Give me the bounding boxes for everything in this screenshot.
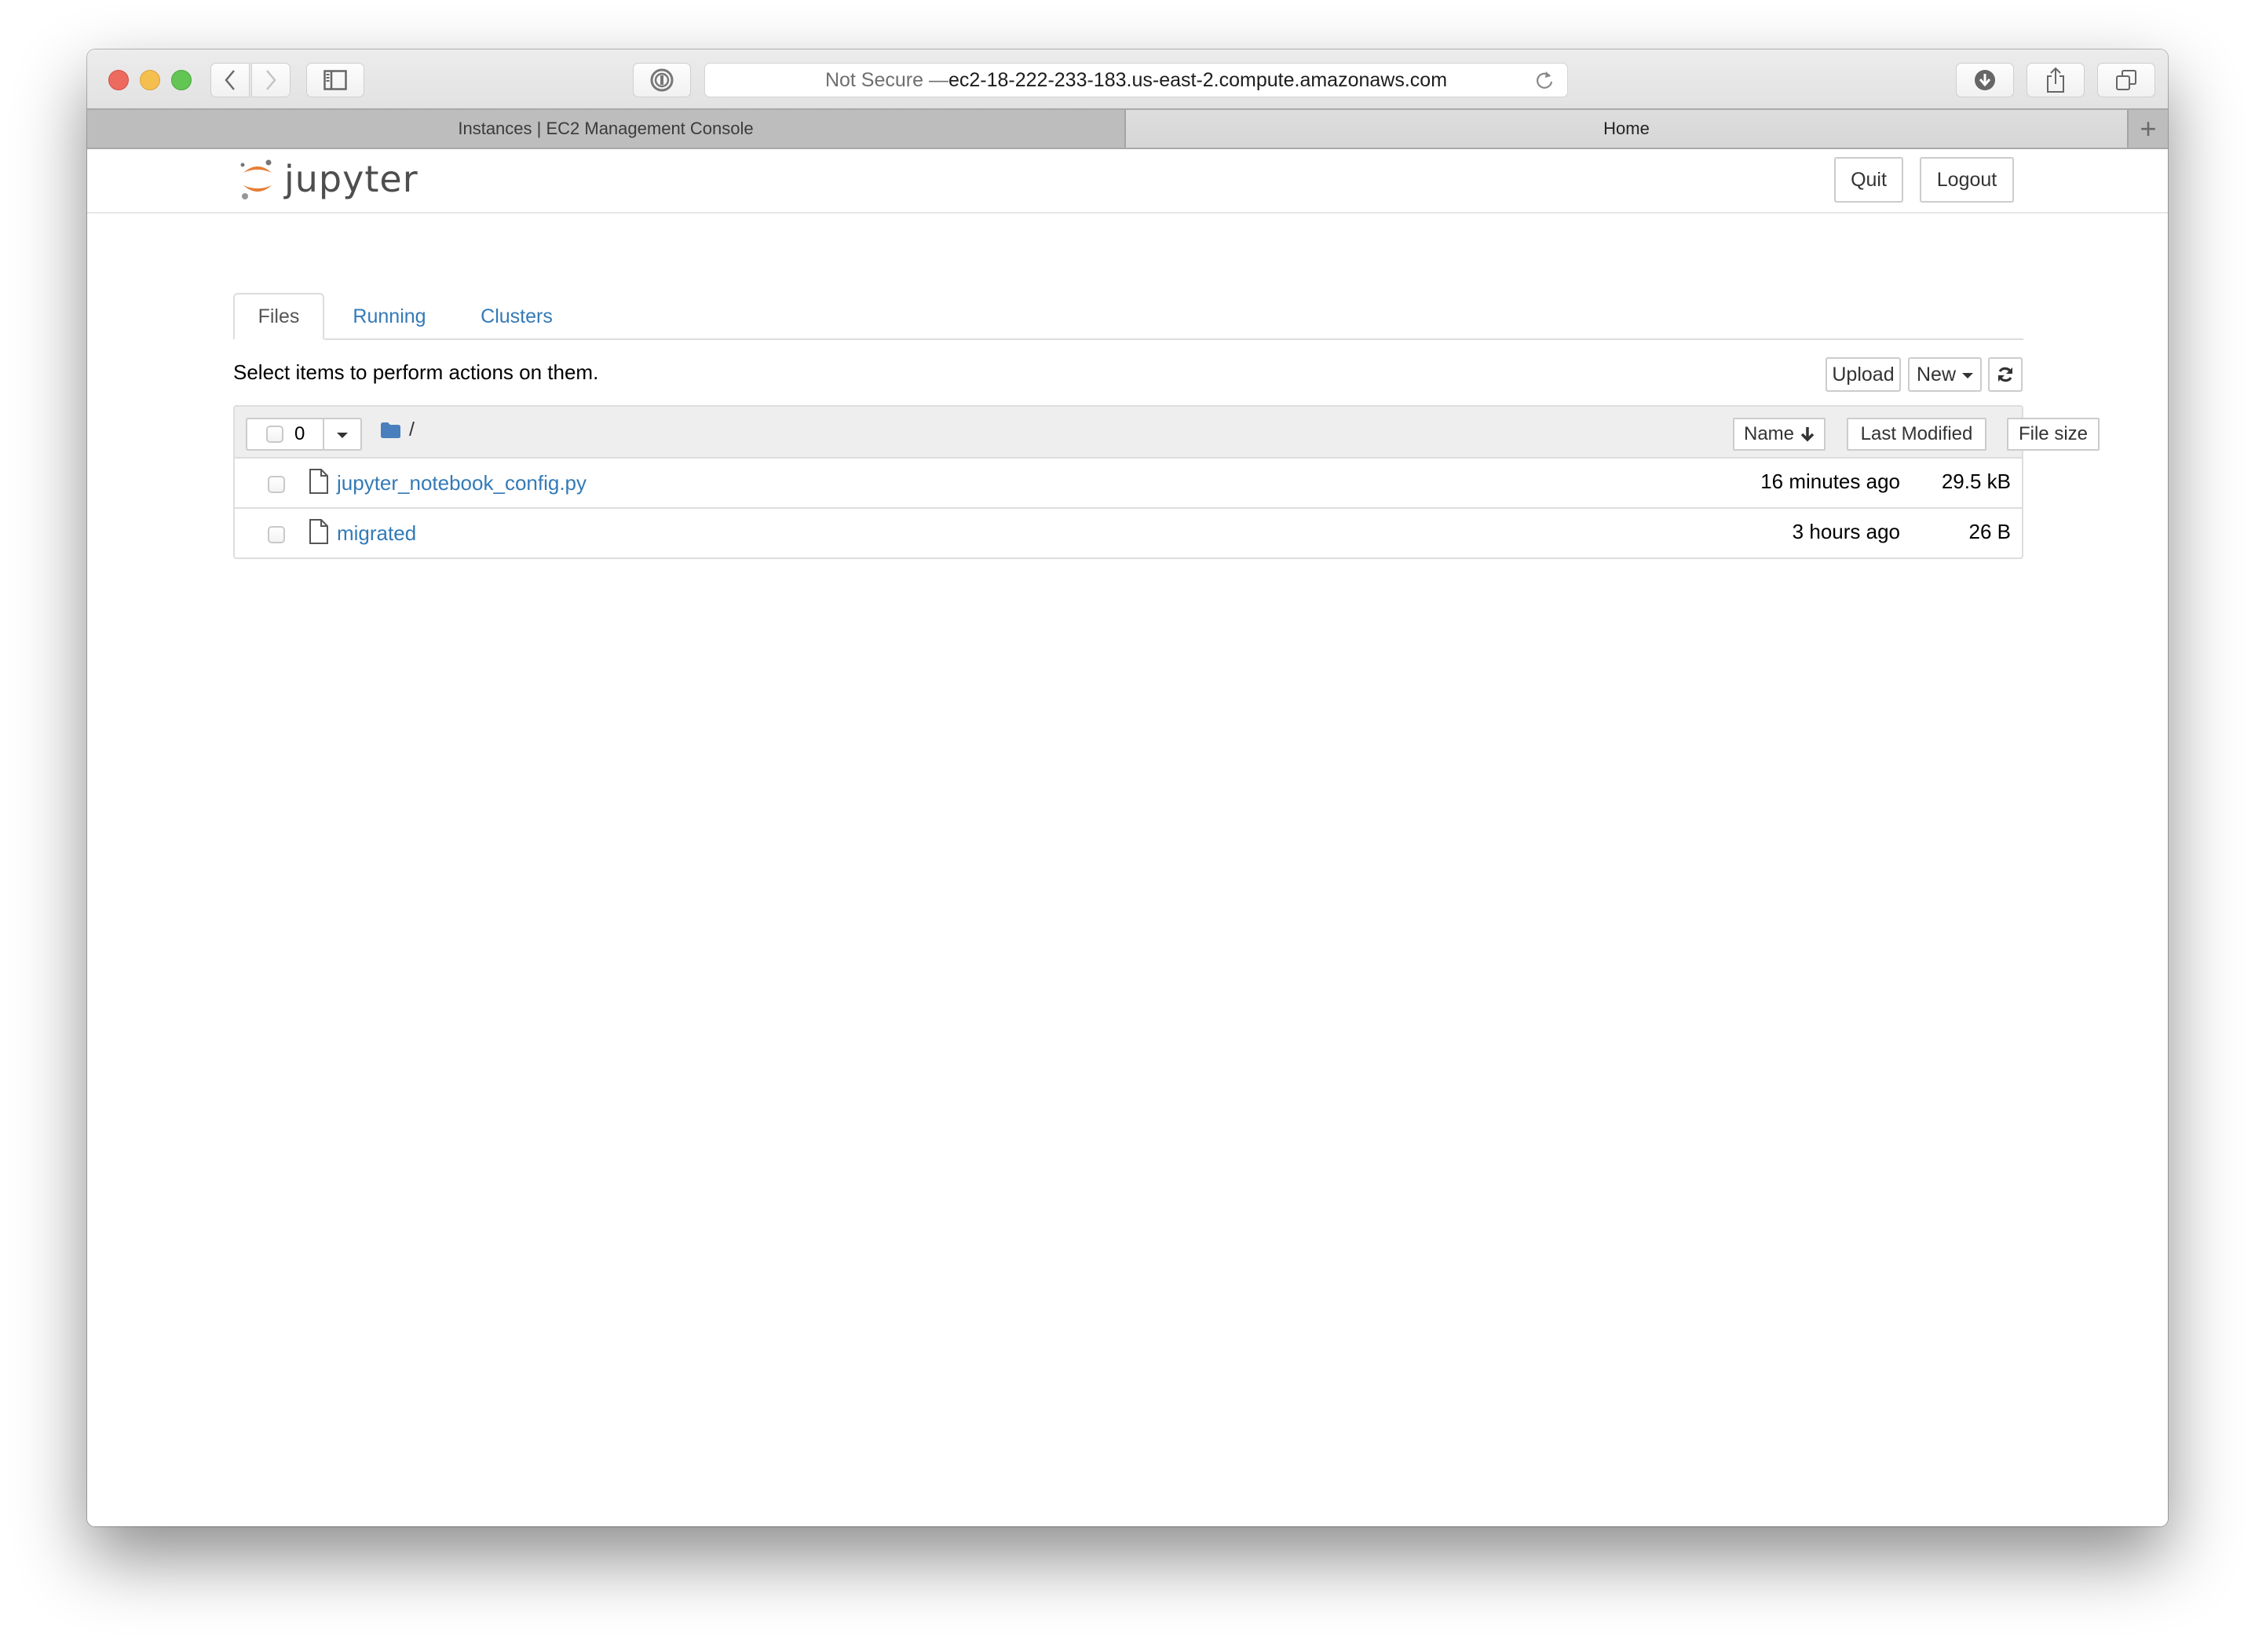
refresh-button[interactable]	[1988, 357, 2023, 392]
file-link[interactable]: jupyter_notebook_config.py	[337, 471, 587, 495]
show-tabs-button[interactable]	[2097, 63, 2155, 97]
plus-icon: +	[2140, 112, 2157, 144]
arrow-down-icon	[1800, 427, 1815, 442]
jupyter-logo-text: jupyter	[284, 158, 418, 200]
dashboard-tabs: Files Running Clusters	[233, 293, 2023, 340]
sort-by-modified-button[interactable]: Last Modified	[1847, 418, 1986, 451]
caret-down-icon	[1962, 373, 1973, 378]
reload-button[interactable]	[1534, 69, 1555, 98]
onepassword-icon	[650, 68, 674, 92]
file-modified: 16 minutes ago	[1760, 470, 1900, 493]
breadcrumb: /	[379, 418, 415, 441]
download-icon	[1975, 70, 1995, 90]
browser-tab-title: Home	[1603, 119, 1650, 138]
name-column-label: Name	[1743, 423, 1795, 444]
tab-clusters[interactable]: Clusters	[473, 293, 560, 340]
tabs-overview-icon	[2116, 70, 2136, 90]
selected-count: 0	[294, 423, 305, 444]
caret-down-icon	[337, 433, 348, 438]
file-row[interactable]: jupyter_notebook_config.py 16 minutes ag…	[235, 459, 2022, 509]
zoom-window-button[interactable]	[171, 70, 192, 90]
file-icon	[309, 519, 328, 544]
select-all-group: 0	[246, 418, 362, 451]
close-window-button[interactable]	[108, 70, 129, 90]
back-button[interactable]	[210, 63, 250, 97]
sidebar-toggle-button[interactable]	[306, 63, 364, 97]
page-content: jupyter Quit Logout Files Running Cluste…	[87, 149, 2168, 1526]
browser-tab-strip: Instances | EC2 Management Console Home …	[87, 110, 2168, 149]
row-checkbox[interactable]	[268, 526, 285, 543]
share-icon	[2047, 67, 2064, 93]
sort-by-name-button[interactable]: Name	[1733, 418, 1826, 451]
chevron-left-icon	[225, 70, 235, 90]
browser-toolbar: Not Secure — ec2-18-222-233-183.us-east-…	[87, 49, 2168, 110]
browser-window: Not Secure — ec2-18-222-233-183.us-east-…	[87, 49, 2168, 1526]
address-bar[interactable]: Not Secure — ec2-18-222-233-183.us-east-…	[704, 63, 1568, 97]
tab-files[interactable]: Files	[233, 293, 324, 340]
upload-button[interactable]: Upload	[1826, 357, 1901, 392]
breadcrumb-path[interactable]: /	[409, 418, 415, 441]
password-manager-button[interactable]	[633, 63, 691, 97]
selection-hint: Select items to perform actions on them.	[233, 360, 599, 384]
file-list-header: 0 / Name Last Modified File size	[235, 407, 2100, 459]
folder-icon[interactable]	[379, 422, 401, 439]
browser-tab-ec2[interactable]: Instances | EC2 Management Console	[87, 110, 1126, 148]
forward-button[interactable]	[251, 63, 291, 97]
sort-by-size-button[interactable]: File size	[2007, 418, 2100, 451]
logout-button[interactable]: Logout	[1920, 157, 2014, 203]
minimize-window-button[interactable]	[140, 70, 160, 90]
tab-running[interactable]: Running	[346, 293, 433, 340]
file-icon	[309, 469, 328, 494]
downloads-button[interactable]	[1956, 63, 2014, 97]
url-host: ec2-18-222-233-183.us-east-2.compute.ama…	[948, 68, 1448, 91]
file-modified: 3 hours ago	[1792, 520, 1900, 543]
quit-button[interactable]: Quit	[1834, 157, 1903, 203]
row-checkbox[interactable]	[268, 476, 285, 493]
chevron-right-icon	[266, 70, 276, 90]
refresh-icon	[1998, 367, 2012, 382]
new-dropdown-button[interactable]: New	[1908, 357, 1982, 392]
jupyter-logo-icon	[240, 159, 272, 199]
reload-icon	[1536, 71, 1553, 89]
security-status: Not Secure —	[824, 68, 948, 91]
new-label: New	[1916, 363, 1956, 386]
sidebar-icon	[323, 70, 347, 90]
select-all-checkbox[interactable]	[266, 426, 283, 443]
select-all[interactable]: 0	[247, 419, 324, 449]
file-size: 29.5 kB	[1941, 470, 2011, 493]
file-list: 0 / Name Last Modified File size jupyter…	[233, 405, 2100, 559]
jupyter-header: jupyter Quit Logout	[87, 149, 2168, 214]
file-size: 26 B	[1968, 520, 2012, 543]
select-menu-button[interactable]	[324, 419, 360, 449]
browser-tab-home[interactable]: Home	[1126, 110, 2127, 148]
file-row[interactable]: migrated 3 hours ago 26 B	[235, 509, 2022, 557]
share-button[interactable]	[2027, 63, 2085, 97]
file-link[interactable]: migrated	[337, 521, 416, 546]
jupyter-logo[interactable]: jupyter	[239, 157, 418, 201]
browser-tab-title: Instances | EC2 Management Console	[458, 119, 754, 138]
new-tab-button[interactable]: +	[2127, 110, 2168, 148]
